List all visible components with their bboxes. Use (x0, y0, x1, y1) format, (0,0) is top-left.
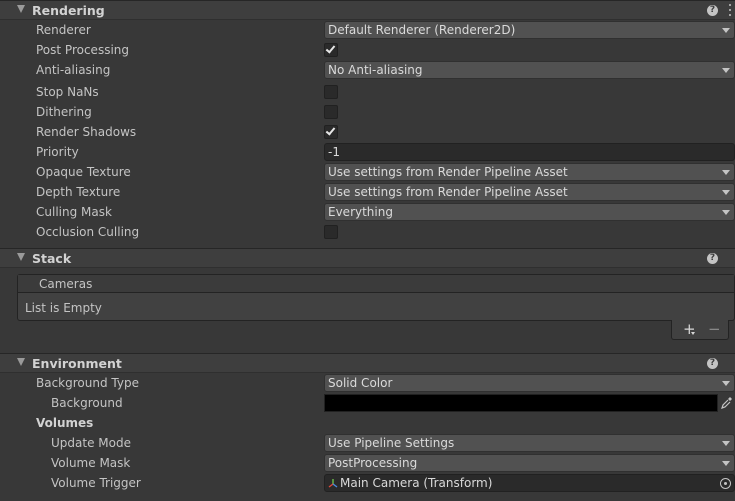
help-icon[interactable]: ? (707, 253, 718, 264)
opaque-texture-label: Opaque Texture (36, 165, 131, 179)
renderer-row: Renderer Default Renderer (Renderer2D) (0, 20, 735, 40)
anti-aliasing-dropdown[interactable]: No Anti-aliasing (324, 61, 735, 79)
volume-mask-row: Volume Mask PostProcessing (0, 453, 735, 473)
background-type-dropdown[interactable]: Solid Color (324, 374, 735, 392)
stack-section-header[interactable]: Stack ? (0, 248, 735, 268)
cameras-list-footer: + − (671, 320, 729, 340)
section-title-stack: Stack (32, 251, 72, 266)
section-title-rendering: Rendering (32, 3, 105, 18)
cameras-list-title: Cameras (39, 277, 93, 291)
priority-value: -1 (328, 145, 340, 159)
background-label: Background (51, 396, 123, 410)
volume-trigger-row: Volume Trigger Main Camera (Transform) (0, 473, 735, 493)
checkmark-icon (325, 125, 336, 136)
help-icon[interactable]: ? (707, 5, 718, 16)
depth-texture-value: Use settings from Render Pipeline Asset (328, 185, 568, 199)
post-processing-checkbox[interactable] (324, 43, 338, 57)
render-shadows-label: Render Shadows (36, 125, 137, 139)
dithering-label: Dithering (36, 105, 92, 119)
update-mode-row: Update Mode Use Pipeline Settings (0, 433, 735, 453)
priority-field[interactable]: -1 (324, 143, 735, 161)
eyedropper-icon[interactable] (720, 395, 734, 411)
depth-texture-dropdown[interactable]: Use settings from Render Pipeline Asset (324, 183, 735, 201)
cameras-list: Cameras List is Empty (17, 274, 735, 321)
culling-mask-row: Culling Mask Everything (0, 202, 735, 222)
remove-camera-button[interactable]: − (708, 320, 721, 338)
occlusion-culling-label: Occlusion Culling (36, 225, 140, 239)
transform-icon (328, 479, 338, 488)
culling-mask-dropdown[interactable]: Everything (324, 203, 735, 221)
post-processing-label: Post Processing (36, 43, 129, 57)
chevron-down-icon (722, 381, 730, 386)
background-row: Background (0, 393, 735, 413)
checkmark-icon (325, 43, 336, 54)
culling-mask-label: Culling Mask (36, 205, 112, 219)
update-mode-value: Use Pipeline Settings (328, 436, 455, 450)
dithering-row: Dithering (0, 102, 735, 122)
chevron-down-icon (722, 28, 730, 33)
renderer-label: Renderer (36, 23, 91, 37)
foldout-arrow-icon[interactable] (17, 5, 25, 13)
depth-texture-label: Depth Texture (36, 185, 121, 199)
background-color-field[interactable] (324, 394, 718, 412)
priority-row: Priority -1 (0, 142, 735, 162)
chevron-down-icon (722, 441, 730, 446)
foldout-arrow-icon[interactable] (17, 358, 25, 366)
environment-section-header[interactable]: Environment ? (0, 353, 735, 373)
add-camera-button[interactable]: + (683, 320, 696, 338)
volume-trigger-label: Volume Trigger (51, 476, 141, 490)
list-empty-text: List is Empty (25, 301, 102, 315)
chevron-down-icon (722, 68, 730, 73)
foldout-arrow-icon[interactable] (17, 253, 25, 261)
volume-trigger-field[interactable]: Main Camera (Transform) (324, 474, 735, 492)
kebab-menu-icon[interactable] (728, 4, 732, 18)
volume-mask-dropdown[interactable]: PostProcessing (324, 454, 735, 472)
depth-texture-row: Depth Texture Use settings from Render P… (0, 182, 735, 202)
post-processing-row: Post Processing (0, 40, 735, 60)
volumes-row: Volumes (0, 413, 735, 433)
stop-nans-label: Stop NaNs (36, 85, 99, 99)
volume-mask-label: Volume Mask (51, 456, 131, 470)
section-title-environment: Environment (32, 356, 122, 371)
anti-aliasing-row: Anti-aliasing No Anti-aliasing (0, 60, 735, 80)
update-mode-dropdown[interactable]: Use Pipeline Settings (324, 434, 735, 452)
renderer-dropdown[interactable]: Default Renderer (Renderer2D) (324, 21, 735, 39)
volume-mask-value: PostProcessing (328, 456, 418, 470)
background-type-row: Background Type Solid Color (0, 373, 735, 393)
chevron-down-icon (722, 210, 730, 215)
occlusion-culling-checkbox[interactable] (324, 225, 338, 239)
priority-label: Priority (36, 145, 79, 159)
object-picker-icon[interactable] (720, 478, 731, 489)
anti-aliasing-label: Anti-aliasing (36, 63, 111, 77)
help-icon[interactable]: ? (707, 358, 718, 369)
chevron-down-icon (722, 461, 730, 466)
chevron-down-icon (722, 190, 730, 195)
occlusion-culling-row: Occlusion Culling (0, 222, 735, 242)
stop-nans-checkbox[interactable] (324, 85, 338, 99)
volumes-label: Volumes (36, 416, 94, 430)
render-shadows-checkbox[interactable] (324, 125, 338, 139)
rendering-section-header[interactable]: Rendering ? (0, 0, 735, 20)
chevron-down-icon (722, 170, 730, 175)
volume-trigger-value: Main Camera (Transform) (340, 476, 493, 490)
update-mode-label: Update Mode (51, 436, 131, 450)
background-type-label: Background Type (36, 376, 139, 390)
stop-nans-row: Stop NaNs (0, 82, 735, 102)
render-shadows-row: Render Shadows (0, 122, 735, 142)
dithering-checkbox[interactable] (324, 105, 338, 119)
background-type-value: Solid Color (328, 376, 393, 390)
opaque-texture-value: Use settings from Render Pipeline Asset (328, 165, 568, 179)
opaque-texture-row: Opaque Texture Use settings from Render … (0, 162, 735, 182)
renderer-value: Default Renderer (Renderer2D) (328, 23, 516, 37)
cameras-list-header: Cameras (18, 275, 734, 293)
culling-mask-value: Everything (328, 205, 393, 219)
opaque-texture-dropdown[interactable]: Use settings from Render Pipeline Asset (324, 163, 735, 181)
anti-aliasing-value: No Anti-aliasing (328, 63, 423, 77)
add-dropdown-arrow-icon (691, 332, 695, 335)
